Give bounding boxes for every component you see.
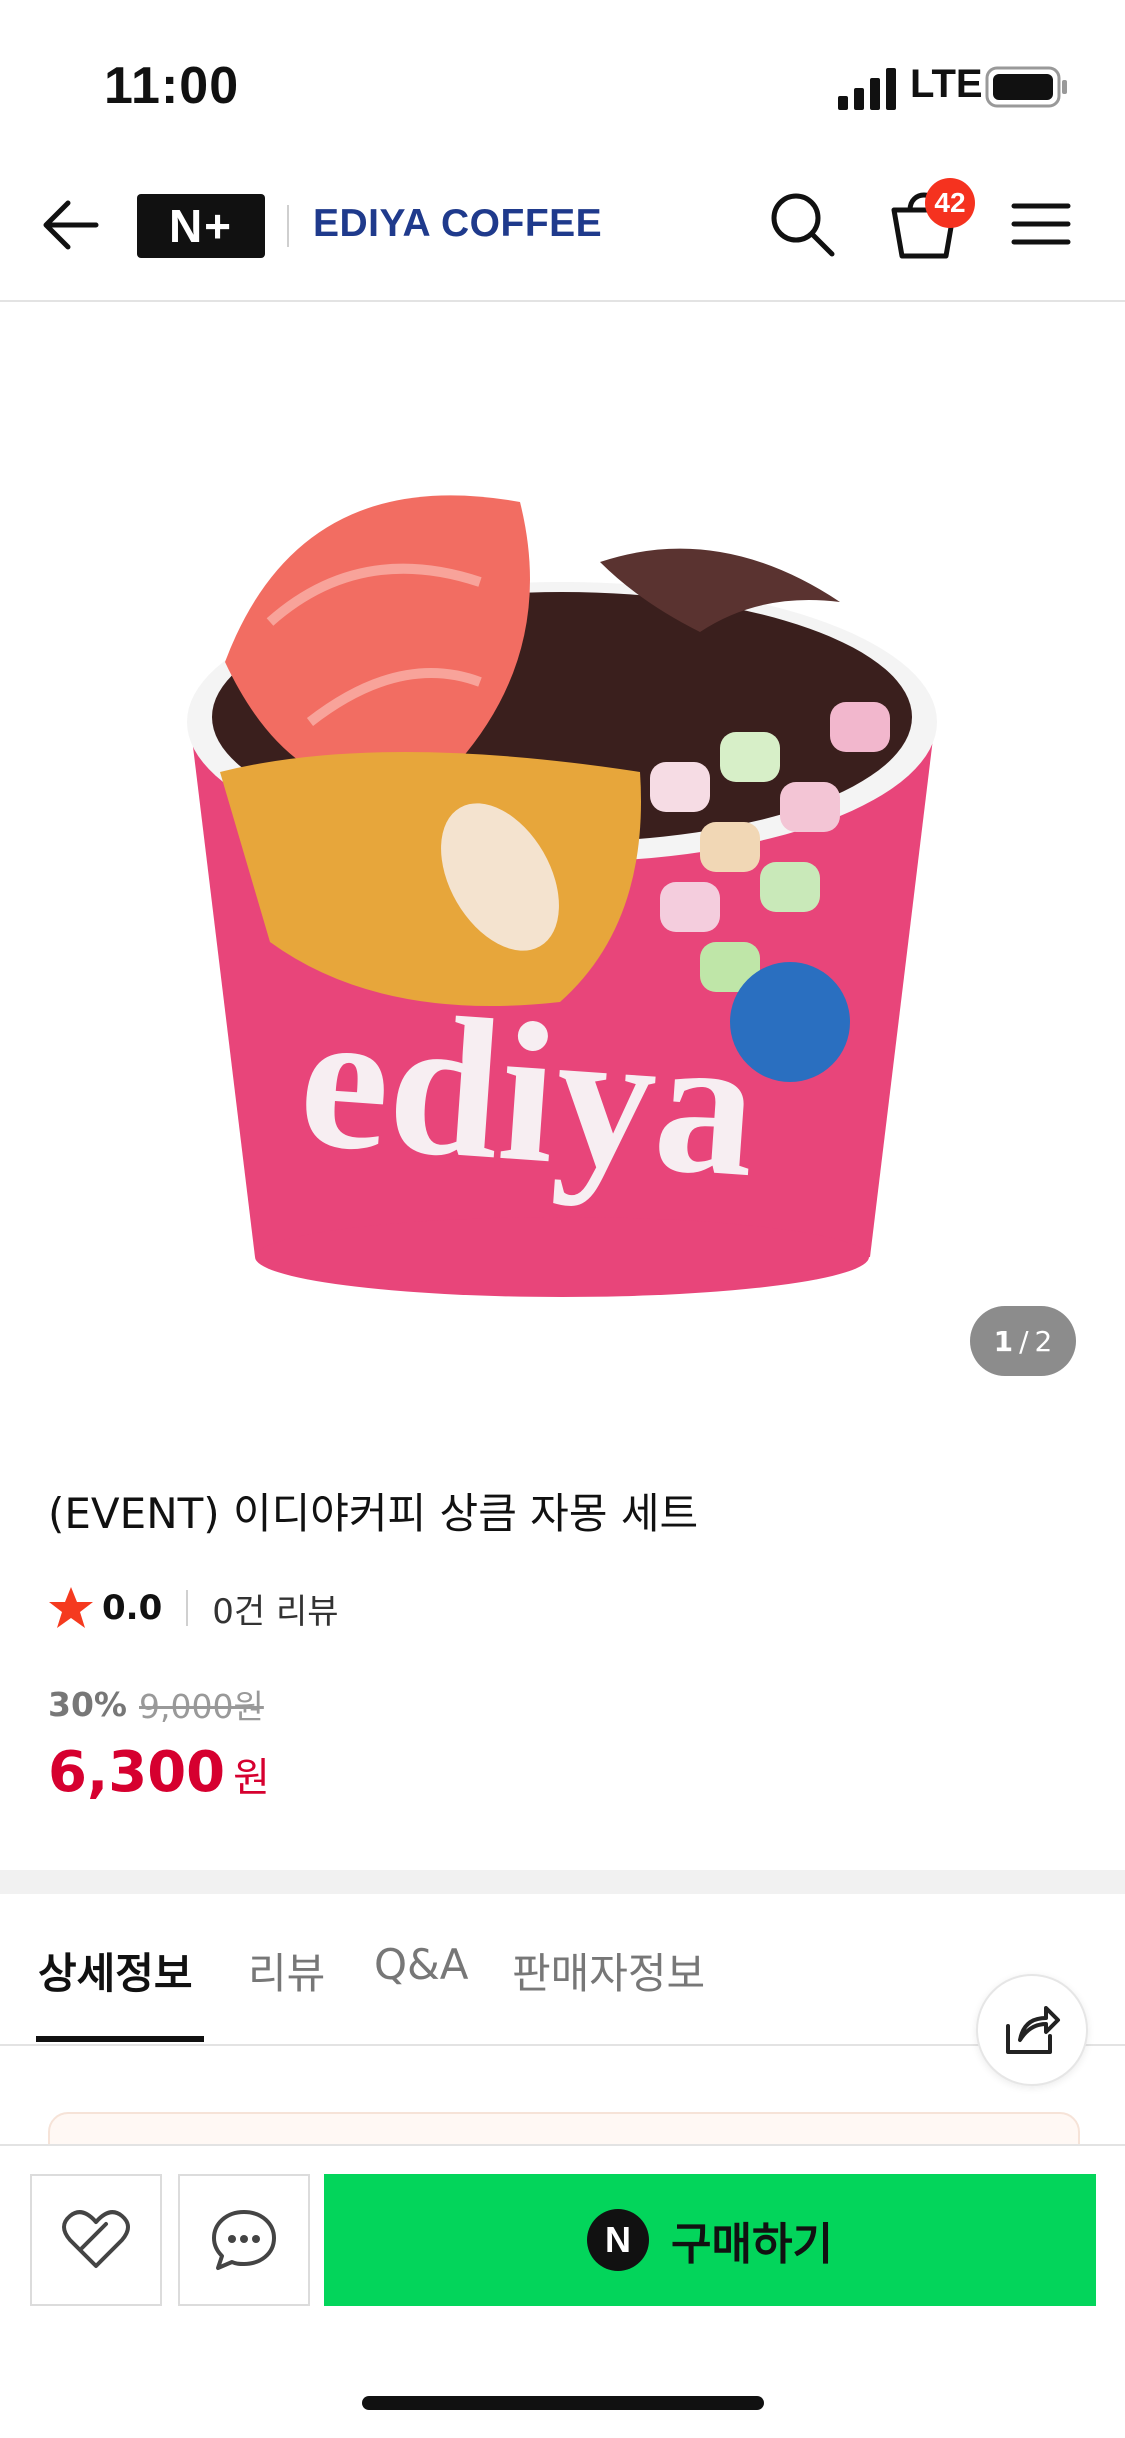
search-icon[interactable]: [766, 188, 838, 260]
image-counter-separator: /: [1019, 1324, 1029, 1358]
review-count-link[interactable]: 0건 리뷰: [212, 1584, 338, 1633]
rating-divider: [186, 1590, 189, 1626]
buy-button-label: 구매하기: [671, 2219, 833, 2270]
image-counter-current: 1: [993, 1324, 1014, 1358]
talk-button[interactable]: [178, 2174, 310, 2306]
image-counter-total: 2: [1034, 1324, 1053, 1358]
battery-icon: [985, 66, 1067, 108]
naver-pay-icon: N: [587, 2209, 650, 2271]
brand-name[interactable]: EDIYA COFFEE: [313, 202, 602, 246]
image-counter: 1 / 2: [970, 1306, 1076, 1376]
star-icon: [49, 1587, 93, 1628]
logo-divider: [287, 205, 289, 247]
status-time: 11:00: [104, 57, 240, 115]
share-button[interactable]: [976, 1974, 1088, 2086]
detail-tabs: 상세정보 리뷰 Q&A 판매자정보: [0, 1894, 1125, 2046]
svg-text:ediya: ediya: [293, 967, 763, 1219]
chat-bubble-icon: [212, 2210, 276, 2270]
home-indicator[interactable]: [362, 2396, 764, 2410]
rating-row: 0.0 0건 리뷰: [48, 1580, 339, 1636]
status-bar: 11:00 LTE: [0, 0, 1125, 150]
product-title: (EVENT) 이디야커피 상큼 자몽 세트: [48, 1489, 699, 1538]
cart-count-badge: 42: [925, 178, 975, 228]
active-tab-indicator: [36, 2036, 204, 2042]
heart-icon: [62, 2210, 130, 2268]
original-price-row: 30% 9,000원: [48, 1680, 264, 1728]
tab-qna[interactable]: Q&A: [374, 1940, 469, 1989]
bottom-action-bar: N 구매하기: [0, 2144, 1125, 2438]
rating-value: 0.0: [102, 1588, 163, 1628]
sale-price: 6,300 원: [48, 1740, 270, 1805]
sale-price-value: 6,300: [48, 1740, 226, 1805]
tab-reviews[interactable]: 리뷰: [248, 1940, 325, 2001]
sale-price-unit: 원: [233, 1755, 270, 1801]
buy-button[interactable]: N 구매하기: [324, 2174, 1096, 2306]
discount-rate: 30%: [48, 1684, 127, 1724]
tab-seller-info[interactable]: 판매자정보: [512, 1940, 705, 2001]
like-button[interactable]: [30, 2174, 162, 2306]
menu-icon[interactable]: [1008, 194, 1074, 254]
signal-icon: [838, 68, 896, 110]
network-type: LTE: [910, 62, 983, 106]
tab-details[interactable]: 상세정보: [38, 1940, 193, 2001]
top-nav: N+ EDIYA COFFEE 42: [0, 150, 1125, 302]
product-image[interactable]: ediya: [0, 302, 1125, 1402]
section-divider: [0, 1870, 1125, 1894]
share-icon: [1006, 2006, 1060, 2054]
back-arrow-icon[interactable]: [38, 195, 104, 255]
naver-plus-logo[interactable]: N+: [137, 194, 265, 258]
original-price: 9,000원: [139, 1687, 264, 1726]
